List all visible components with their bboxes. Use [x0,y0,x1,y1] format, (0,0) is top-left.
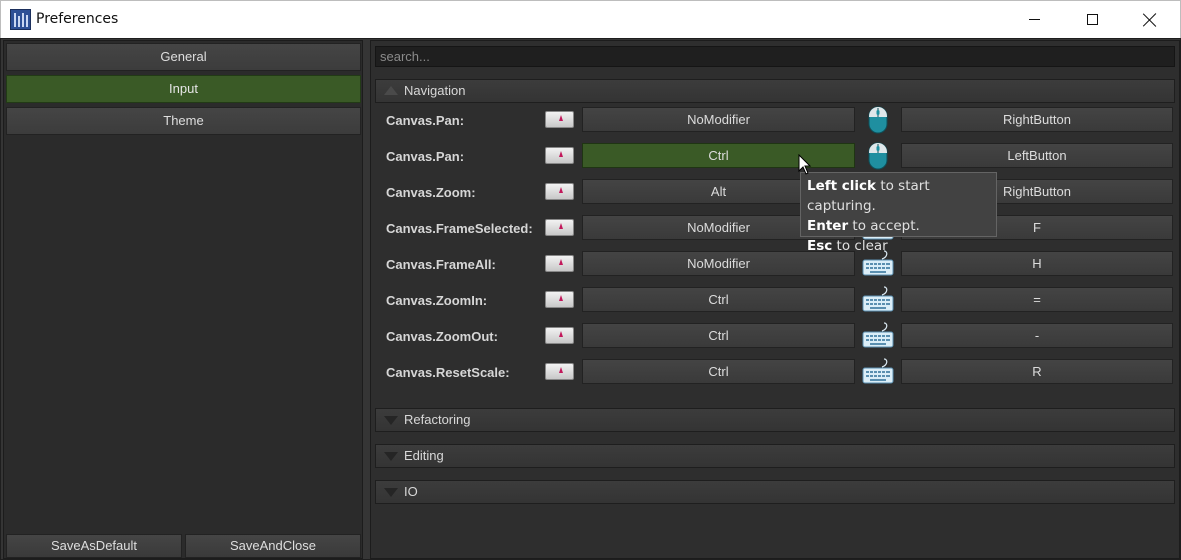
tooltip-bold: Left click [807,178,877,194]
window-title: Preferences [36,11,119,27]
tooltip-bold: Esc [807,238,833,254]
section-editing-header[interactable]: Editing [375,444,1175,468]
category-general-button[interactable]: General [6,43,361,71]
expand-triangle-icon [384,416,398,425]
action-label: Canvas.ZoomIn: [386,293,488,308]
key-capture-button[interactable]: RightButton [901,107,1173,132]
section-title: IO [404,484,418,499]
input-settings-panel: Navigation Canvas.Pan: NoModifier RightBut… [370,40,1180,559]
expand-triangle-icon [384,452,398,461]
close-icon [1143,13,1157,27]
key-capture-button[interactable]: R [901,359,1173,384]
modifier-key-icon [545,219,574,236]
binding-row: Canvas.FrameSelected: NoModifier F [371,211,1181,247]
section-title: Editing [404,448,444,463]
modifier-key-icon [545,183,574,200]
keyboard-icon [862,321,894,351]
modifier-key-icon [545,147,574,164]
mouse-icon [862,141,894,171]
key-capture-button[interactable]: = [901,287,1173,312]
modifier-capture-button[interactable]: Ctrl [582,359,855,384]
minimize-button[interactable] [1005,1,1063,38]
modifier-capture-button[interactable]: NoModifier [582,107,855,132]
key-capture-button[interactable]: - [901,323,1173,348]
search-input[interactable] [375,46,1175,67]
modifier-capture-button[interactable]: Ctrl [582,143,855,168]
save-and-close-button[interactable]: SaveAndClose [185,534,361,558]
action-label: Canvas.Pan: [386,149,465,164]
mouse-icon [862,105,894,135]
key-capture-button[interactable]: LeftButton [901,143,1173,168]
tooltip-text: to clear [832,238,888,254]
action-label: Canvas.Pan: [386,113,465,128]
modifier-key-icon [545,111,574,128]
section-io-header[interactable]: IO [375,480,1175,504]
binding-row: Canvas.ZoomIn: Ctrl = [371,283,1181,319]
binding-row: Canvas.ZoomOut: Ctrl - [371,319,1181,355]
tooltip-text: to accept. [848,218,920,234]
expand-triangle-icon [384,488,398,497]
save-as-default-button[interactable]: SaveAsDefault [6,534,182,558]
modifier-key-icon [545,327,574,344]
modifier-capture-button[interactable]: Ctrl [582,323,855,348]
keyboard-icon [862,285,894,315]
maximize-icon [1086,14,1098,25]
section-title: Refactoring [404,412,471,427]
app-icon [10,9,31,30]
action-label: Canvas.Zoom: [386,185,476,200]
minimize-icon [1028,19,1040,20]
modifier-key-icon [545,363,574,380]
panel-splitter[interactable] [365,40,369,559]
binding-row: Canvas.Pan: Ctrl LeftButton [371,139,1181,175]
section-title: Navigation [404,83,466,98]
preferences-window: General Input Theme SaveAsDefault SaveAn… [0,38,1181,560]
binding-row: Canvas.Zoom: Alt RightButton [371,175,1181,211]
action-label: Canvas.ResetScale: [386,365,510,380]
action-label: Canvas.FrameSelected: [386,221,533,236]
maximize-button[interactable] [1063,1,1121,38]
capture-tooltip: Left click to start capturing. Enter to … [800,172,997,254]
category-theme-button[interactable]: Theme [6,107,361,135]
action-label: Canvas.FrameAll: [386,257,496,272]
category-sidebar: General Input Theme SaveAsDefault SaveAn… [3,40,363,559]
keyboard-icon [862,357,894,387]
modifier-key-icon [545,255,574,272]
category-input-button[interactable]: Input [6,75,361,103]
section-refactoring-header[interactable]: Refactoring [375,408,1175,432]
action-label: Canvas.ZoomOut: [386,329,498,344]
title-bar: Preferences [0,0,1181,38]
mouse-cursor-icon [798,154,812,175]
binding-row: Canvas.FrameAll: NoModifier H [371,247,1181,283]
binding-row: Canvas.ResetScale: Ctrl R [371,355,1181,391]
section-navigation-header[interactable]: Navigation [375,79,1175,103]
collapse-triangle-icon [384,86,398,95]
binding-row: Canvas.Pan: NoModifier RightButton [371,103,1181,139]
tooltip-bold: Enter [807,218,849,234]
modifier-key-icon [545,291,574,308]
modifier-capture-button[interactable]: Ctrl [582,287,855,312]
close-button[interactable] [1121,1,1179,38]
